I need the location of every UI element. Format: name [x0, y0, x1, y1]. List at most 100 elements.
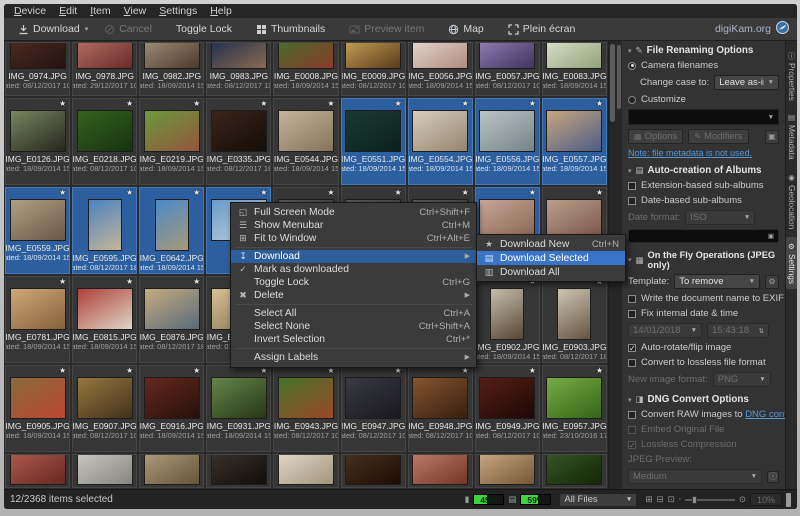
date-subalbums-option[interactable]: Date-based sub-albums — [628, 195, 779, 206]
thumbnail-cell[interactable]: ★IMG_E0551.JPGated: 18/09/2014 15 — [341, 98, 406, 185]
thumbnail-cell[interactable]: ★IMG_E0943.JPGated: 08/12/2017 10 — [273, 365, 338, 452]
exif-docname-checkbox[interactable] — [628, 295, 636, 303]
thumbnail-cell[interactable] — [206, 454, 271, 488]
extension-subalbums-checkbox[interactable] — [628, 182, 636, 190]
thumbnail-size-slider[interactable] — [685, 499, 735, 501]
thumbnail-cell[interactable] — [475, 454, 540, 488]
thumbnail-cell[interactable]: ★IMG_E0595.JPGated: 08/12/2017 18 — [72, 187, 137, 274]
camera-filenames-option[interactable]: Camera filenames — [628, 60, 779, 71]
collapse-arrow-icon[interactable]: ▾ — [628, 167, 632, 175]
fullscreen-button[interactable]: Plein écran — [502, 21, 582, 37]
thumbnail-cell[interactable]: ★IMG_E0876.JPGated: 08/12/2017 18 — [139, 276, 204, 363]
camera-filenames-radio[interactable] — [628, 62, 636, 70]
thumbnail-image[interactable] — [77, 43, 133, 69]
thumbnail-cell[interactable]: ★IMG_E0781.JPGated: 18/09/2014 15 — [5, 276, 70, 363]
thumbnail-image[interactable] — [77, 455, 133, 485]
collapse-arrow-icon[interactable]: ▾ — [628, 396, 632, 404]
customize-radio[interactable] — [628, 96, 636, 104]
menu-item-toggle-lock[interactable]: Toggle LockCtrl+G — [231, 276, 476, 289]
thumbnail-image[interactable] — [412, 377, 468, 419]
thumbnail-cell[interactable]: ★IMG_E0815.JPGated: 18/09/2014 15 — [72, 276, 137, 363]
submenu-item-download-all[interactable]: ▥Download All — [477, 265, 625, 279]
menu-item-assign-labels[interactable]: Assign Labels▶ — [231, 351, 476, 364]
customize-option[interactable]: Customize — [628, 94, 779, 105]
rename-preview-button[interactable]: ▣ — [765, 130, 779, 144]
thumbnail-cell[interactable]: IMG_0982.JPGated: 18/09/2014 15 — [139, 42, 204, 96]
thumbnail-cell[interactable]: ★IMG_E0947.JPGated: 08/12/2017 10 — [341, 365, 406, 452]
fix-datetime-option[interactable]: Fix internal date & time — [628, 308, 779, 319]
sidebar-scrollbar-thumb[interactable] — [617, 45, 621, 109]
change-case-select[interactable]: Leave as-is ▼ — [714, 75, 779, 90]
thumbnail-cell[interactable]: ★IMG_E0335.JPGated: 08/12/2017 16 — [206, 98, 271, 185]
thumbnail-cell[interactable]: IMG_E0057.JPGated: 08/12/2017 10 — [475, 42, 540, 96]
dng-container-link[interactable]: DNG container — [745, 409, 785, 420]
dng-info-button[interactable]: ⓘ — [767, 471, 779, 483]
extension-subalbums-option[interactable]: Extension-based sub-albums — [628, 180, 779, 191]
thumbnail-cell[interactable]: ★IMG_E0126.JPGated: 18/09/2014 15 — [5, 98, 70, 185]
thumbnail-cell[interactable]: IMG_E0056.JPGated: 18/09/2014 15 — [408, 42, 473, 96]
thumbnail-cell[interactable] — [408, 454, 473, 488]
thumbnail-image[interactable] — [278, 110, 334, 152]
date-subalbums-checkbox[interactable] — [628, 197, 636, 205]
thumbnail-cell[interactable]: IMG_0978.JPGated: 29/12/2017 10 — [72, 42, 137, 96]
thumbnail-image[interactable] — [211, 455, 267, 485]
thumbnail-image[interactable] — [144, 455, 200, 485]
menu-item-select-all[interactable]: Select AllCtrl+A — [231, 307, 476, 320]
lossless-convert-option[interactable]: Convert to lossless file format — [628, 357, 779, 368]
thumbnail-image[interactable] — [412, 43, 468, 69]
thumbnail-image[interactable] — [412, 110, 468, 152]
zoom-100-icon[interactable]: ⊡ — [668, 494, 675, 505]
section-header-on-the-fly[interactable]: ▾ ▦ On the Fly Operations (JPEG only) — [628, 250, 779, 270]
file-filter-select[interactable]: All Files ▼ — [559, 493, 637, 507]
thumbnail-image[interactable] — [345, 455, 401, 485]
thumbnail-image[interactable] — [345, 377, 401, 419]
thumbnail-cell[interactable]: ★IMG_E0903.JPGated: 08/12/2017 18 — [542, 276, 607, 363]
zoom-out-icon[interactable]: ⊟ — [656, 494, 663, 505]
thumbnail-cell[interactable]: ★IMG_E0559.JPGated: 18/09/2014 15 — [5, 187, 70, 274]
thumbnail-cell[interactable]: ★IMG_E0957.JPGated: 23/10/2016 17 — [542, 365, 607, 452]
thumbnail-image[interactable] — [345, 110, 401, 152]
thumbnail-cell[interactable]: ★IMG_E0907.JPGated: 08/12/2017 10 — [72, 365, 137, 452]
menu-edit[interactable]: Edit — [59, 5, 77, 17]
template-tools-button[interactable]: ⚙ — [765, 275, 779, 289]
thumbnail-image[interactable] — [77, 110, 133, 152]
thumbnail-image[interactable] — [278, 455, 334, 485]
slider-knob[interactable] — [692, 496, 697, 504]
thumbnail-image[interactable] — [479, 43, 535, 69]
sidebar-tab-metadata[interactable]: ▤Metadata — [786, 108, 797, 165]
convert-raw-checkbox[interactable] — [628, 411, 636, 419]
resize-grip[interactable] — [786, 493, 791, 507]
menu-item-full-screen-mode[interactable]: ◱Full Screen ModeCtrl+Shift+F — [231, 206, 476, 219]
thumbnail-cell[interactable] — [139, 454, 204, 488]
thumbnail-cell[interactable]: IMG_E0083.JPGated: 18/09/2014 15 — [542, 42, 607, 96]
thumbnail-cell[interactable] — [5, 454, 70, 488]
exif-docname-option[interactable]: Write the document name to EXIF — [628, 293, 779, 304]
autorotate-option[interactable]: ✓ Auto-rotate/flip image — [628, 342, 779, 353]
thumbnail-image[interactable] — [144, 377, 200, 419]
thumbnail-cell[interactable] — [273, 454, 338, 488]
thumbnail-image[interactable] — [546, 110, 602, 152]
section-header-dng-convert[interactable]: ▾ ◨ DNG Convert Options — [628, 394, 779, 405]
section-header-auto-albums[interactable]: ▾ ▤ Auto-creation of Albums — [628, 165, 779, 176]
menu-item-select-none[interactable]: Select NoneCtrl+Shift+A — [231, 320, 476, 333]
thumbnail-image[interactable] — [546, 455, 602, 485]
thumbnail-cell[interactable]: ★IMG_E0557.JPGated: 18/09/2014 15 — [542, 98, 607, 185]
thumbnail-image[interactable] — [77, 377, 133, 419]
thumbnail-image[interactable] — [412, 455, 468, 485]
download-button[interactable]: Download ▾ — [12, 21, 94, 37]
sidebar-tab-settings[interactable]: ⚙Settings — [786, 237, 797, 289]
thumbnail-image[interactable] — [345, 43, 401, 69]
submenu-item-download-selected[interactable]: ▤Download Selected — [477, 251, 625, 265]
download-caret-icon[interactable]: ▾ — [85, 25, 89, 33]
thumbnail-image[interactable] — [490, 288, 524, 340]
thumbnail-cell[interactable]: IMG_E0009.JPGated: 08/12/2017 10 — [341, 42, 406, 96]
thumbnail-cell[interactable]: ★IMG_E0931.JPGated: 18/09/2014 15 — [206, 365, 271, 452]
autorotate-checkbox[interactable]: ✓ — [628, 344, 636, 352]
thumbnail-image[interactable] — [10, 110, 66, 152]
thumbnail-cell[interactable] — [72, 454, 137, 488]
thumbnail-image[interactable] — [10, 377, 66, 419]
thumbnail-image[interactable] — [211, 110, 267, 152]
section-header-file-renaming[interactable]: ▾ ✎ File Renaming Options — [628, 45, 779, 56]
collapse-arrow-icon[interactable]: ▾ — [628, 47, 632, 55]
thumbnail-image[interactable] — [278, 43, 334, 69]
